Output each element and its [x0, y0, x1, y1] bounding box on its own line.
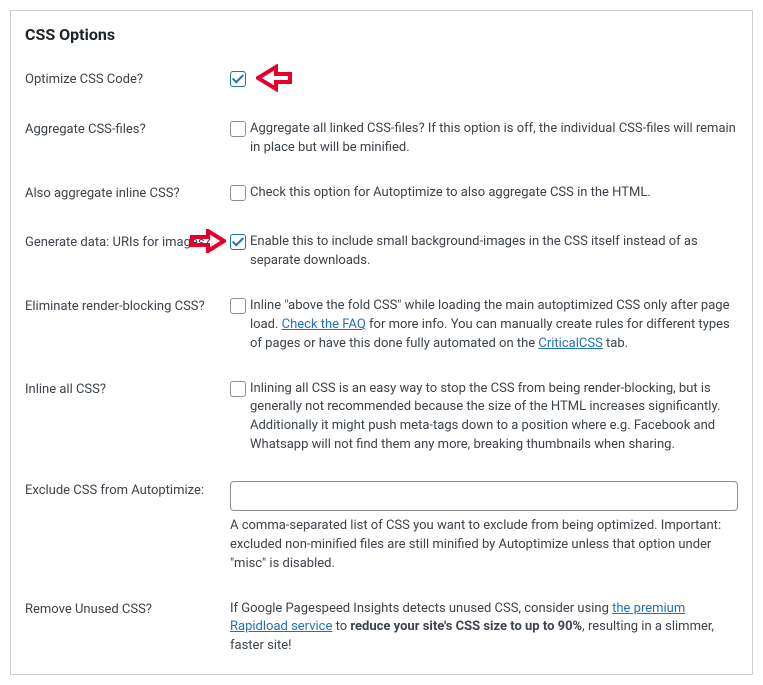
- red-arrow-icon: [256, 64, 294, 92]
- checkbox-aggregate-inline-css[interactable]: [230, 185, 246, 201]
- checkbox-aggregate-css[interactable]: [230, 121, 246, 137]
- link-check-faq[interactable]: Check the FAQ: [282, 317, 366, 332]
- row-exclude-css: Exclude CSS from Autoptimize: A comma-se…: [25, 471, 738, 590]
- desc-remove-unused-css: If Google Pagespeed Insights detects unu…: [230, 600, 738, 657]
- label-inline-all-css: Inline all CSS?: [25, 380, 230, 399]
- desc-data-uris: Enable this to include small background-…: [250, 233, 738, 271]
- row-eliminate-render-blocking: Eliminate render-blocking CSS? Inline "a…: [25, 287, 738, 370]
- label-aggregate-inline-css: Also aggregate inline CSS?: [25, 184, 230, 203]
- checkbox-data-uris[interactable]: [230, 234, 246, 250]
- desc-eliminate-render-blocking: Inline "above the fold CSS" while loadin…: [250, 297, 738, 354]
- desc-aggregate-inline-css: Check this option for Autoptimize to als…: [250, 184, 738, 203]
- css-options-panel: CSS Options Optimize CSS Code? Aggregate…: [10, 10, 753, 675]
- desc-aggregate-css: Aggregate all linked CSS-files? If this …: [250, 120, 738, 158]
- row-optimize-css: Optimize CSS Code?: [25, 60, 738, 110]
- label-exclude-css: Exclude CSS from Autoptimize:: [25, 481, 230, 500]
- checkbox-inline-all-css[interactable]: [230, 381, 246, 397]
- input-exclude-css[interactable]: [230, 481, 738, 511]
- row-aggregate-css: Aggregate CSS-files? Aggregate all linke…: [25, 110, 738, 174]
- desc-inline-all-css: Inlining all CSS is an easy way to stop …: [250, 380, 738, 455]
- label-optimize-css: Optimize CSS Code?: [25, 70, 230, 89]
- row-inline-all-css: Inline all CSS? Inlining all CSS is an e…: [25, 370, 738, 471]
- label-data-uris: Generate data: URIs for images?: [25, 233, 230, 252]
- label-aggregate-css: Aggregate CSS-files?: [25, 120, 230, 139]
- row-data-uris: Generate data: URIs for images? Enable t…: [25, 223, 738, 287]
- checkbox-eliminate-render-blocking[interactable]: [230, 298, 246, 314]
- link-criticalcss[interactable]: CriticalCSS: [538, 336, 602, 351]
- label-eliminate-render-blocking: Eliminate render-blocking CSS?: [25, 297, 230, 316]
- row-remove-unused-css: Remove Unused CSS? If Google Pagespeed I…: [25, 590, 738, 661]
- checkbox-optimize-css[interactable]: [230, 71, 246, 87]
- row-aggregate-inline-css: Also aggregate inline CSS? Check this op…: [25, 174, 738, 224]
- help-exclude-css: A comma-separated list of CSS you want t…: [230, 517, 738, 574]
- section-title: CSS Options: [25, 25, 738, 44]
